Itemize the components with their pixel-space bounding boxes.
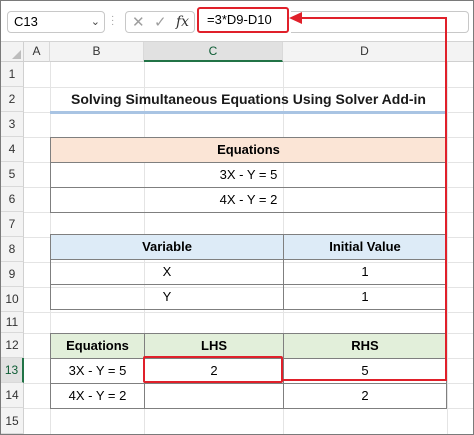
row-header-14[interactable]: 14 <box>1 383 24 408</box>
column-header-d[interactable]: D <box>283 42 447 62</box>
formula-bar: C13 ⌄ · · · ✕ ✓ fx =3*D9-D10 <box>1 1 473 42</box>
active-cell-highlight <box>143 356 283 383</box>
row-header-9[interactable]: 9 <box>1 262 24 287</box>
initial-value-header: Initial Value <box>283 234 447 260</box>
select-all-button[interactable] <box>1 42 24 62</box>
solver-equation-cell[interactable]: 4X - Y = 2 <box>50 383 145 409</box>
column-header-c[interactable]: C <box>144 42 283 62</box>
initial-value-cell[interactable]: 1 <box>283 284 447 310</box>
row-header-1[interactable]: 1 <box>1 62 24 87</box>
formula-input[interactable]: =3*D9-D10 <box>197 7 289 33</box>
row-header-3[interactable]: 3 <box>1 112 24 137</box>
equations-header: Equations <box>50 137 447 163</box>
rhs-header: RHS <box>283 333 447 359</box>
formula-text: =3*D9-D10 <box>207 12 272 27</box>
equation-cell[interactable]: 3X - Y = 5 <box>50 162 447 188</box>
arrow-segment <box>445 17 447 381</box>
lhs-cell[interactable] <box>144 383 284 409</box>
row-header-6[interactable]: 6 <box>1 187 24 212</box>
row-header-15[interactable]: 15 <box>1 408 24 434</box>
row-header-7[interactable]: 7 <box>1 212 24 237</box>
drag-handle-icon[interactable]: · · · <box>111 12 115 30</box>
name-box-value: C13 <box>14 14 38 29</box>
solver-equation-cell[interactable]: 3X - Y = 5 <box>50 358 145 384</box>
column-header-b[interactable]: B <box>50 42 144 62</box>
row-header-2[interactable]: 2 <box>1 87 24 112</box>
variable-header: Variable <box>50 234 284 260</box>
row-header-13[interactable]: 13 <box>1 358 24 383</box>
row-header-11[interactable]: 11 <box>1 312 24 333</box>
row-header-8[interactable]: 8 <box>1 237 24 262</box>
enter-icon[interactable]: ✓ <box>154 13 167 31</box>
column-header-a[interactable]: A <box>24 42 50 62</box>
row-header-4[interactable]: 4 <box>1 137 24 162</box>
equation-cell[interactable]: 4X - Y = 2 <box>50 187 447 213</box>
initial-value-cell[interactable]: 1 <box>283 259 447 285</box>
arrow-head-icon <box>289 12 302 24</box>
arrow-segment <box>283 379 447 381</box>
variable-cell[interactable]: X <box>50 259 284 285</box>
formula-input-area[interactable] <box>291 11 469 33</box>
rhs-cell[interactable]: 2 <box>283 383 447 409</box>
solver-equations-header: Equations <box>50 333 145 359</box>
variable-cell[interactable]: Y <box>50 284 284 310</box>
chevron-down-icon[interactable]: ⌄ <box>91 12 100 32</box>
row-header-10[interactable]: 10 <box>1 287 24 312</box>
sheet-title: Solving Simultaneous Equations Using Sol… <box>71 91 426 107</box>
title-underline <box>50 111 446 114</box>
formula-buttons: ✕ ✓ fx <box>125 11 195 33</box>
row-header-5[interactable]: 5 <box>1 162 24 187</box>
arrow-segment <box>301 17 447 19</box>
spreadsheet-window: C13 ⌄ · · · ✕ ✓ fx =3*D9-D10 A B C D 1 2 3… <box>0 0 474 435</box>
name-box[interactable]: C13 ⌄ <box>7 11 105 33</box>
row-header-12[interactable]: 12 <box>1 333 24 358</box>
cancel-icon[interactable]: ✕ <box>132 13 145 31</box>
insert-function-icon[interactable]: fx <box>176 14 189 30</box>
column-header-e[interactable] <box>447 42 473 62</box>
